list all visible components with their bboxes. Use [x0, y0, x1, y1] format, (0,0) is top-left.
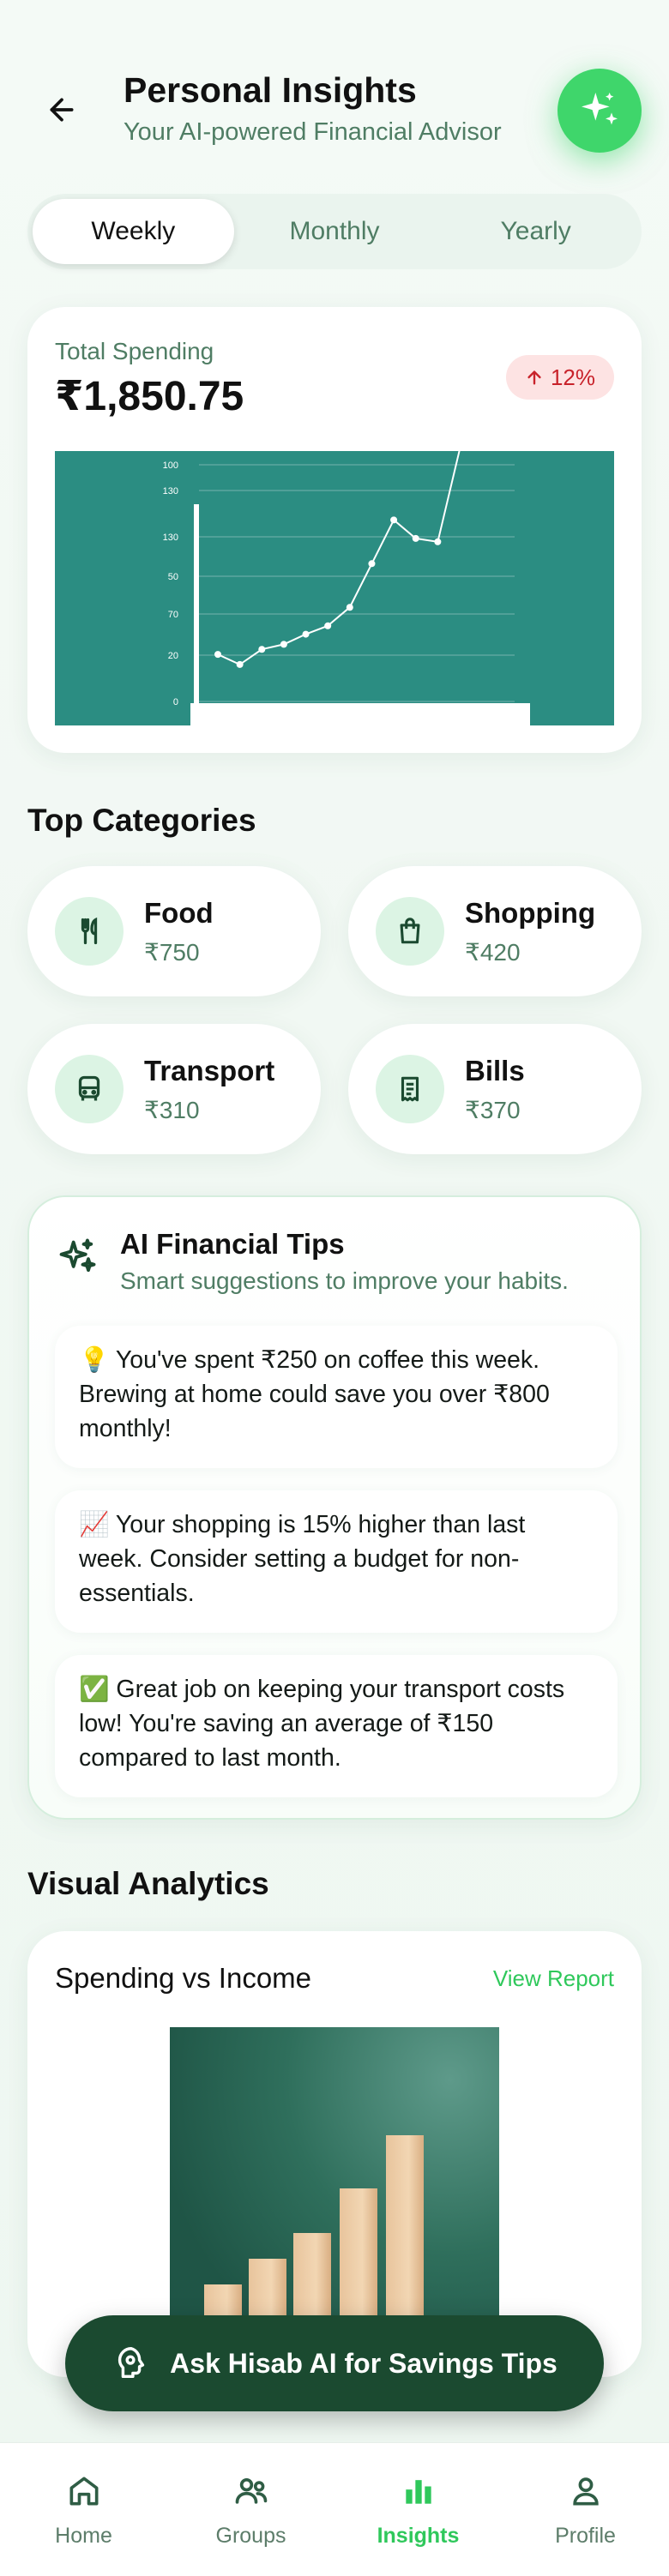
back-button[interactable] — [38, 86, 86, 134]
y-tick-label: 130 — [163, 486, 178, 497]
y-tick-label: 0 — [173, 697, 178, 707]
category-value: ₹420 — [465, 939, 521, 966]
cta-label: Ask Hisab AI for Savings Tips — [170, 2347, 558, 2379]
category-value: ₹310 — [144, 1097, 200, 1123]
nav-profile[interactable]: Profile — [502, 2443, 669, 2576]
nav-label: Profile — [555, 2524, 616, 2548]
category-name: Food — [144, 897, 214, 929]
tab-weekly[interactable]: Weekly — [33, 199, 234, 264]
tab-yearly[interactable]: Yearly — [435, 199, 636, 264]
category-card-shopping[interactable]: Shopping ₹420 — [348, 866, 642, 996]
change-badge: 12% — [505, 355, 614, 400]
spending-summary-card: Total Spending ₹1,850.75 12% 100 130 130 50… — [27, 307, 642, 753]
brain-gear-icon — [118, 2347, 145, 2379]
sparkles-icon — [59, 1238, 96, 1273]
data-point — [434, 538, 442, 545]
nav-groups[interactable]: Groups — [167, 2443, 334, 2576]
analytics-title: Visual Analytics — [27, 1866, 269, 1901]
chart-baseline-shape — [190, 703, 530, 725]
fork-knife-icon — [55, 897, 124, 966]
shopping-bag-icon — [376, 897, 444, 966]
sparkles-icon — [582, 93, 618, 125]
data-point — [412, 534, 419, 542]
category-card-transport[interactable]: Transport ₹310 — [27, 1024, 321, 1154]
tab-monthly[interactable]: Monthly — [234, 199, 436, 264]
tip-item: ✅ Great job on keeping your transport co… — [55, 1655, 618, 1797]
y-tick-label: 20 — [168, 651, 178, 661]
ai-tips-card: AI Financial Tips Smart suggestions to i… — [27, 1195, 642, 1820]
arrow-up-icon — [527, 370, 541, 385]
view-report-link[interactable]: View Report — [493, 1965, 614, 1992]
data-point — [214, 651, 221, 659]
total-spending-value: ₹1,850.75 — [55, 374, 244, 419]
data-point — [280, 641, 287, 648]
page-title: Personal Insights — [124, 70, 417, 110]
category-name: Transport — [144, 1055, 275, 1086]
receipt-icon — [376, 1055, 444, 1123]
category-name: Bills — [465, 1055, 525, 1086]
data-point — [368, 560, 376, 568]
categories-title: Top Categories — [27, 803, 256, 838]
bottom-navigation: Home Groups Insights Profile — [0, 2442, 669, 2576]
change-value: 12% — [550, 364, 595, 390]
data-point — [390, 516, 398, 524]
tip-item: 📈 Your shopping is 15% higher than last … — [55, 1490, 618, 1633]
home-icon — [69, 2477, 98, 2506]
category-name: Shopping — [465, 897, 596, 929]
data-point — [324, 622, 332, 629]
nav-label: Groups — [215, 2524, 286, 2548]
groups-icon — [235, 2477, 267, 2504]
ask-ai-savings-button[interactable]: Ask Hisab AI for Savings Tips — [65, 2315, 604, 2411]
ai-assistant-button[interactable] — [558, 69, 642, 153]
page-subtitle: Your AI-powered Financial Advisor — [124, 118, 502, 146]
y-tick-label: 70 — [168, 610, 178, 620]
y-tick-label: 50 — [168, 572, 178, 582]
person-icon — [572, 2477, 599, 2506]
data-point — [302, 630, 310, 638]
category-card-bills[interactable]: Bills ₹370 — [348, 1024, 642, 1154]
spending-line-chart: 100 130 130 50 70 20 0 — [163, 451, 530, 725]
category-value: ₹750 — [144, 939, 200, 966]
category-card-food[interactable]: Food ₹750 — [27, 866, 321, 996]
y-tick-label: 130 — [163, 533, 178, 543]
nav-insights[interactable]: Insights — [334, 2443, 502, 2576]
category-value: ₹370 — [465, 1097, 521, 1123]
nav-home[interactable]: Home — [0, 2443, 167, 2576]
nav-label: Insights — [377, 2524, 460, 2548]
nav-label: Home — [55, 2524, 112, 2548]
tip-item: 💡 You've spent ₹250 on coffee this week.… — [55, 1326, 618, 1468]
period-selector: Weekly Monthly Yearly — [27, 194, 642, 269]
chart-y-axis — [194, 504, 199, 710]
data-point — [236, 660, 244, 668]
tips-title: AI Financial Tips — [120, 1228, 345, 1260]
bar-chart-icon — [405, 2480, 431, 2504]
spending-vs-income-card: Spending vs Income View Report — [27, 1931, 642, 2377]
y-tick-label: 100 — [163, 460, 178, 471]
analytics-card-title: Spending vs Income — [55, 1962, 312, 1994]
total-spending-label: Total Spending — [55, 338, 214, 364]
spending-chart: 100 130 130 50 70 20 0 — [55, 451, 614, 725]
data-point — [258, 646, 266, 653]
bus-icon — [55, 1055, 124, 1123]
header: Personal Insights Your AI-powered Financ… — [0, 0, 669, 189]
data-point — [346, 604, 353, 611]
tips-subtitle: Smart suggestions to improve your habits… — [120, 1267, 569, 1294]
arrow-left-icon — [50, 98, 74, 122]
